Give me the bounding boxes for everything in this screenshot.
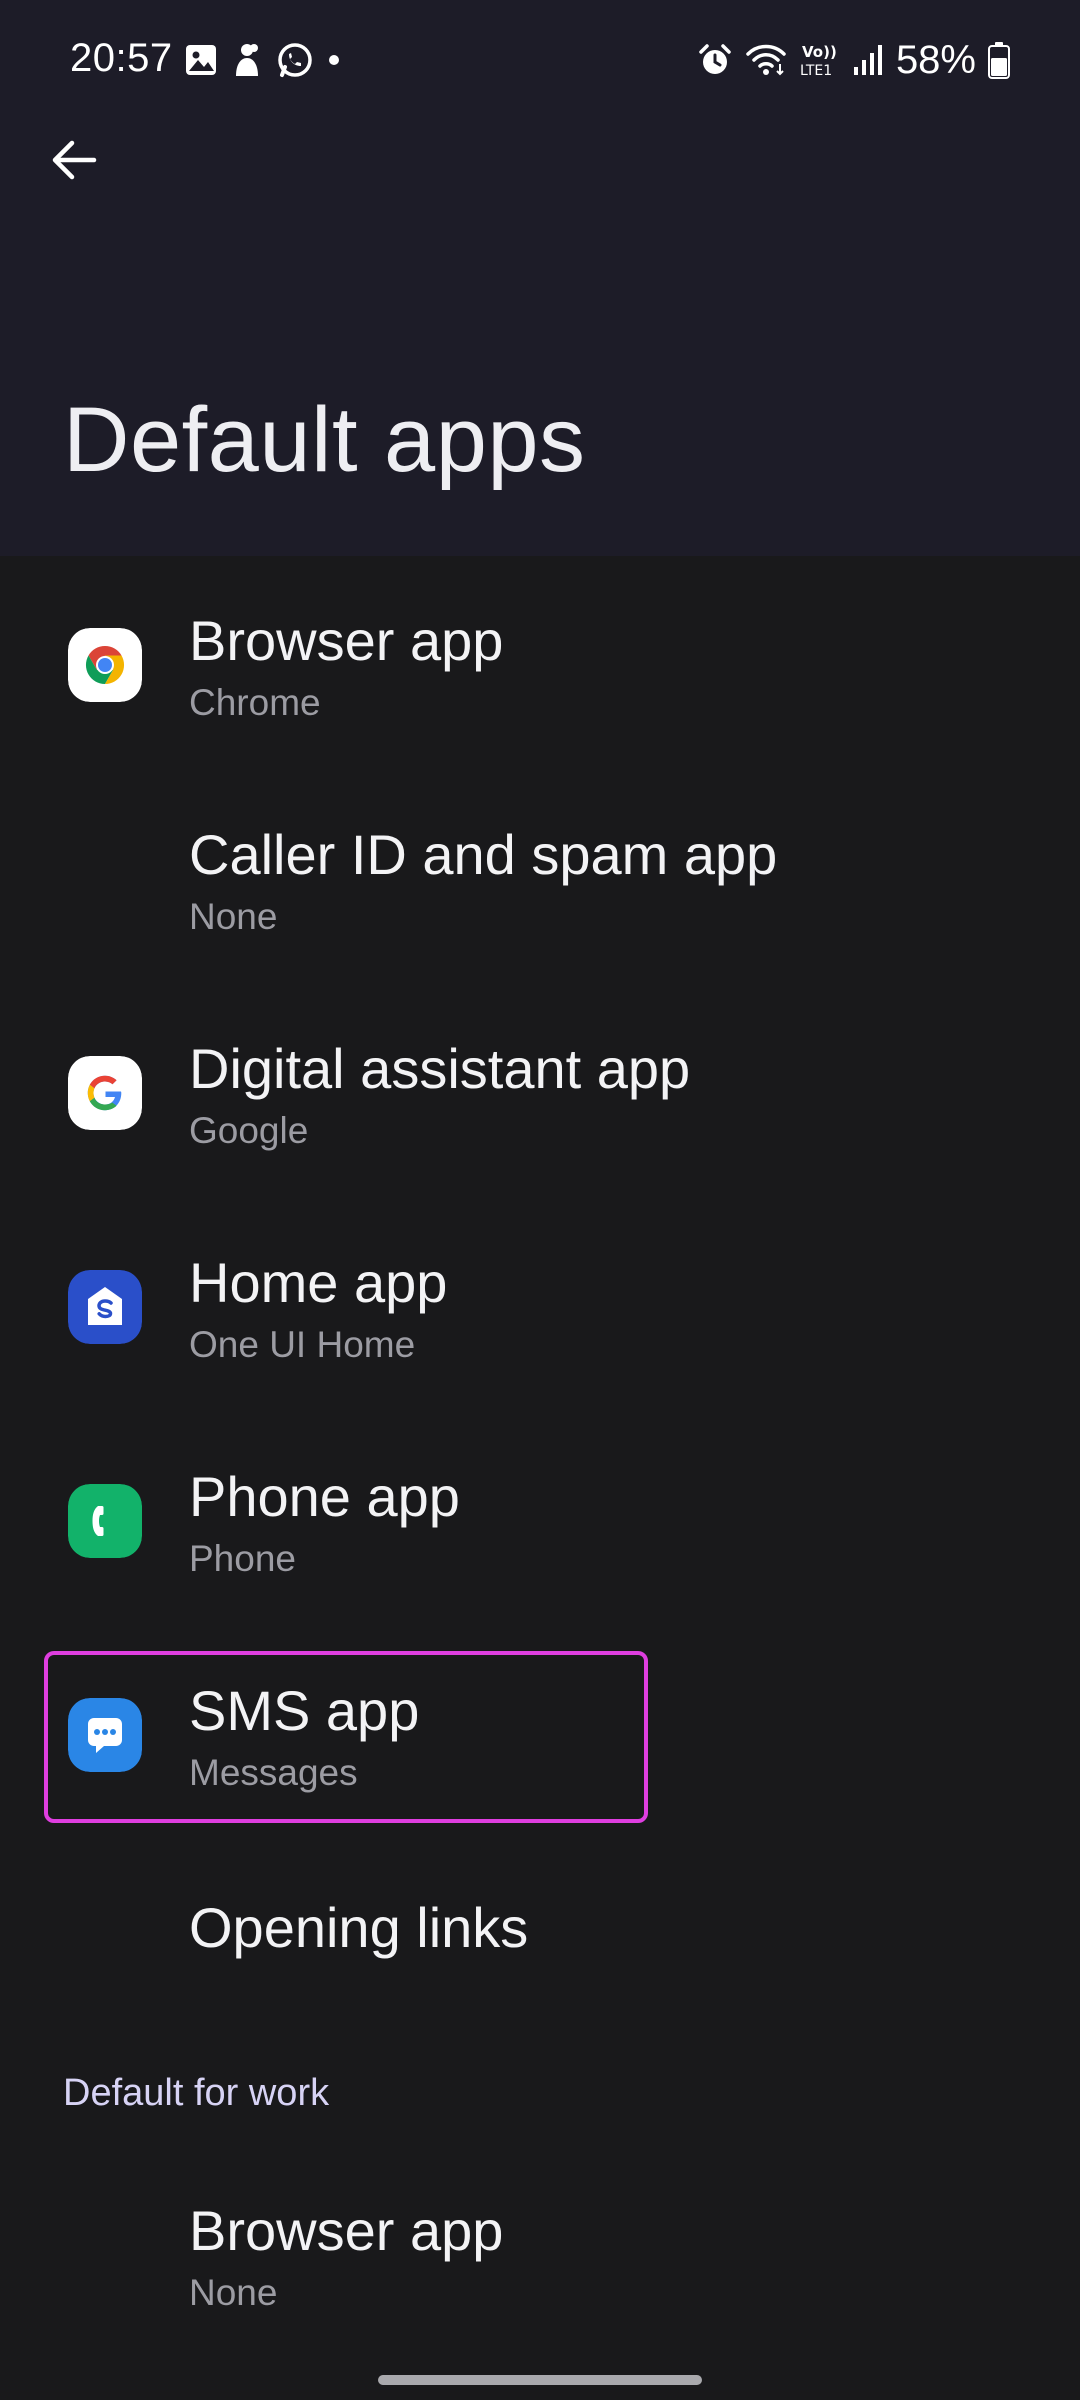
messages-icon [68, 1698, 142, 1772]
item-title: Browser app [189, 609, 504, 672]
arrow-back-icon [52, 140, 97, 180]
phone-icon [68, 1484, 142, 1558]
work-browser-app-item[interactable]: Browser app None [0, 2154, 1080, 2344]
item-subtitle: Google [189, 1110, 309, 1151]
google-icon [68, 1056, 142, 1130]
dot-icon [328, 54, 340, 66]
alarm-icon [698, 43, 732, 77]
default-for-work-header: Default for work [63, 2072, 330, 2114]
item-title: Home app [189, 1251, 448, 1314]
caller-id-spam-app-item[interactable]: Caller ID and spam app None [0, 770, 1080, 984]
item-subtitle: Phone [189, 1538, 296, 1579]
wifi-icon [744, 42, 788, 78]
phone-app-item[interactable]: Phone app Phone [0, 1412, 1080, 1626]
item-subtitle: None [189, 896, 278, 937]
volte-icon: Vo)) LTE1 [800, 42, 840, 78]
item-title: Caller ID and spam app [189, 823, 778, 886]
item-title: Phone app [189, 1465, 460, 1528]
svg-text:LTE1: LTE1 [800, 63, 832, 78]
signal-icon [852, 43, 884, 77]
chrome-icon [68, 628, 142, 702]
sms-app-item[interactable]: SMS app Messages [0, 1626, 1080, 1840]
status-notification-icons [184, 40, 340, 80]
item-title: Opening links [189, 1896, 529, 1959]
battery-percentage: 58% [895, 37, 976, 82]
opening-links-item[interactable]: Opening links [0, 1840, 1080, 2000]
status-system-icons: Vo)) LTE1 58% [698, 36, 1010, 84]
whatsapp-icon [276, 41, 314, 79]
item-subtitle: One UI Home [189, 1324, 416, 1365]
status-time: 20:57 [70, 36, 173, 80]
item-title: Digital assistant app [189, 1037, 691, 1100]
gallery-icon [184, 43, 218, 77]
item-title: SMS app [189, 1679, 420, 1742]
browser-app-item[interactable]: Browser app Chrome [0, 556, 1080, 770]
item-title: Browser app [189, 2199, 504, 2262]
item-subtitle: Messages [189, 1752, 358, 1793]
battery-icon [988, 41, 1010, 79]
status-bar: 20:57 Vo)) LTE1 58% [0, 0, 1080, 120]
app-notification-icon [232, 42, 262, 78]
item-subtitle: Chrome [189, 682, 321, 723]
back-button[interactable] [36, 120, 112, 200]
item-subtitle: None [189, 2272, 278, 2313]
page-title: Default apps [63, 389, 586, 491]
svg-text:Vo)): Vo)) [802, 43, 837, 61]
one-ui-home-icon [68, 1270, 142, 1344]
digital-assistant-app-item[interactable]: Digital assistant app Google [0, 984, 1080, 1198]
home-app-item[interactable]: Home app One UI Home [0, 1198, 1080, 1412]
home-indicator[interactable] [378, 2375, 702, 2385]
